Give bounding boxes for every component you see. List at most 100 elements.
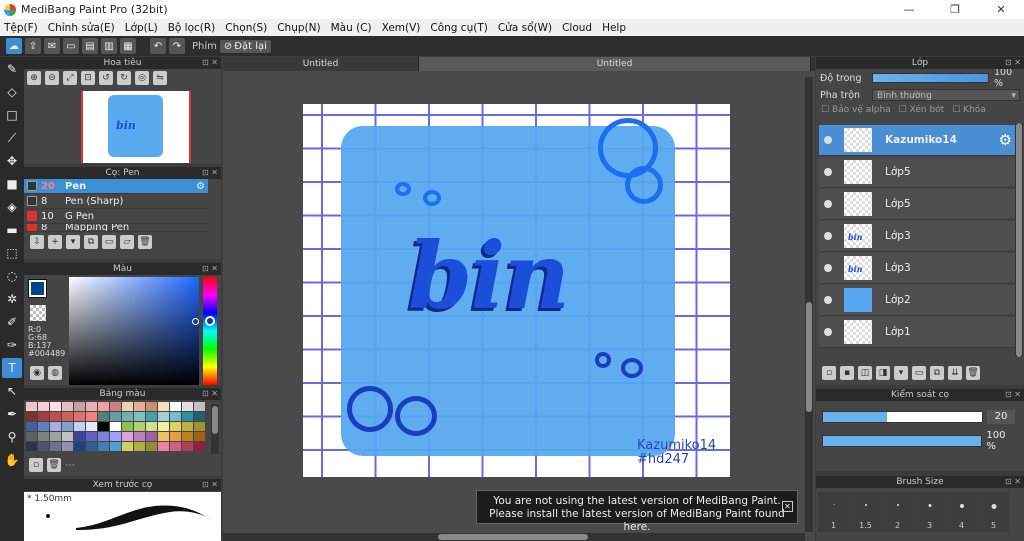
panel-pin-icon[interactable]: ⊡ ✕ [202, 57, 218, 69]
clipping-checkbox[interactable]: Xén bớt [899, 105, 945, 115]
palette-swatch[interactable] [122, 422, 133, 431]
menu-edit[interactable]: Chỉnh sửa(E) [48, 22, 115, 34]
canvas-horizontal-scrollbar[interactable] [223, 533, 805, 541]
lock-checkbox[interactable]: Khóa [952, 105, 986, 115]
palette-swatch[interactable] [98, 412, 109, 421]
panel-pin-icon[interactable]: ⊡ ✕ [1005, 476, 1021, 488]
gradient-tool-icon[interactable]: ▬ [2, 220, 22, 240]
copy-brush-icon[interactable]: ⧉ [84, 235, 98, 249]
palette-swatch[interactable] [134, 432, 145, 441]
palette-swatch[interactable] [62, 422, 73, 431]
palette-swatch[interactable] [182, 412, 193, 421]
palette-swatch[interactable] [194, 422, 205, 431]
brush-item-mapping-pen[interactable]: 8 Mapping Pen [24, 224, 208, 232]
flip-icon[interactable]: ⇋ [153, 71, 167, 85]
select-tool-icon[interactable]: ⬚ [2, 243, 22, 263]
rotate-right-icon[interactable]: ↻ [117, 71, 131, 85]
folder-icon[interactable]: ▭ [102, 235, 116, 249]
protect-alpha-checkbox[interactable]: Bảo vệ alpha [821, 105, 891, 115]
palette-swatch[interactable] [170, 402, 181, 411]
menu-help[interactable]: Help [602, 22, 626, 34]
palette-swatch[interactable] [194, 412, 205, 421]
visibility-icon[interactable] [824, 328, 832, 336]
scroll-thumb[interactable] [1016, 123, 1022, 357]
palette-swatch[interactable] [74, 402, 85, 411]
panel-pin-icon[interactable]: ⊡ ✕ [202, 388, 218, 400]
reset-rotation-icon[interactable]: ◎ [135, 71, 149, 85]
palette-swatch[interactable] [62, 442, 73, 451]
palette-swatch[interactable] [110, 402, 121, 411]
opacity-slider[interactable] [871, 73, 989, 83]
trash-icon[interactable]: 🗑 [966, 366, 980, 380]
transparent-color-swatch[interactable] [30, 305, 46, 321]
canvas-vertical-scrollbar[interactable] [805, 77, 813, 532]
palette-swatch[interactable] [74, 422, 85, 431]
hand-tool-icon[interactable]: ✋ [2, 450, 22, 470]
select-pen-tool-icon[interactable]: ✐ [2, 312, 22, 332]
palette-swatch[interactable] [50, 412, 61, 421]
palette-swatch[interactable] [26, 442, 37, 451]
folder-open-icon[interactable]: ▱ [120, 235, 134, 249]
brush-item-g-pen[interactable]: 10 G Pen [24, 209, 208, 224]
menu-file[interactable]: Tệp(F) [4, 22, 38, 34]
palette-swatch[interactable] [158, 412, 169, 421]
line-tool-icon[interactable]: ⟋ [2, 128, 22, 148]
palette-swatch[interactable] [50, 442, 61, 451]
grid-icon[interactable]: ▦ [120, 38, 136, 54]
select-eraser-tool-icon[interactable]: ✑ [2, 335, 22, 355]
palette-swatch[interactable] [98, 402, 109, 411]
palette-swatch[interactable] [110, 412, 121, 421]
magic-wand-tool-icon[interactable]: ✲ [2, 289, 22, 309]
layer-item[interactable]: Lớp1 [819, 317, 1015, 348]
palette-swatch[interactable] [98, 432, 109, 441]
brush-size-option[interactable]: 1 [818, 492, 849, 532]
actual-size-icon[interactable]: ⊡ [81, 71, 95, 85]
palette-swatch[interactable] [26, 432, 37, 441]
update-notice[interactable]: You are not using the latest version of … [476, 490, 798, 533]
panel-pin-icon[interactable]: ⊡ ✕ [202, 167, 218, 179]
fill-rect-tool-icon[interactable]: ■ [2, 174, 22, 194]
share-icon[interactable]: ⇪ [25, 38, 41, 54]
menu-select[interactable]: Chọn(S) [225, 22, 267, 34]
palette-swatch[interactable] [134, 442, 145, 451]
palette-scrollbar[interactable] [211, 404, 219, 454]
divide-tool-icon[interactable]: ✒ [2, 404, 22, 424]
palette-swatch[interactable] [38, 442, 49, 451]
palette-swatch[interactable] [122, 432, 133, 441]
menu-view[interactable]: Xem(V) [382, 22, 421, 34]
page-icon[interactable]: ▤ [82, 38, 98, 54]
hue-slider-knob[interactable] [205, 316, 215, 326]
palette-swatch[interactable] [86, 402, 97, 411]
eraser-tool-icon[interactable]: ◇ [2, 82, 22, 102]
palette-swatch[interactable] [62, 432, 73, 441]
more-icon[interactable]: ⋯ [65, 460, 75, 471]
palette-swatch[interactable] [38, 432, 49, 441]
palette-swatch[interactable] [86, 422, 97, 431]
palette-swatch[interactable] [170, 432, 181, 441]
foreground-color-swatch[interactable] [28, 279, 47, 298]
palette-swatch[interactable] [122, 412, 133, 421]
palette-swatch[interactable] [122, 402, 133, 411]
palette-swatch[interactable] [170, 442, 181, 451]
palette-swatch[interactable] [146, 402, 157, 411]
rectangle-tool-icon[interactable]: □ [2, 105, 22, 125]
panel-icon[interactable]: ▥ [101, 38, 117, 54]
palette-swatch[interactable] [74, 432, 85, 441]
brush-item-pen-sharp[interactable]: 8 Pen (Sharp) [24, 194, 208, 209]
fit-icon[interactable]: ⤢ [63, 71, 77, 85]
visibility-icon[interactable] [824, 200, 832, 208]
palette-swatch[interactable] [110, 432, 121, 441]
duplicate-layer-icon[interactable]: ⧉ [930, 366, 944, 380]
trash-icon[interactable]: 🗑 [47, 458, 61, 472]
palette-swatch[interactable] [26, 412, 37, 421]
palette-swatch[interactable] [182, 422, 193, 431]
brush-size-option[interactable]: 2 [882, 492, 913, 532]
palette-swatch[interactable] [110, 442, 121, 451]
menu-capture[interactable]: Chụp(N) [277, 22, 320, 34]
layers-scrollbar[interactable] [1015, 123, 1023, 357]
brush-tool-icon[interactable]: ✎ [2, 59, 22, 79]
palette-swatch[interactable] [98, 442, 109, 451]
zoom-in-icon[interactable]: ⊕ [27, 71, 41, 85]
palette-swatch[interactable] [110, 422, 121, 431]
menu-window[interactable]: Cửa sổ(W) [498, 22, 552, 34]
